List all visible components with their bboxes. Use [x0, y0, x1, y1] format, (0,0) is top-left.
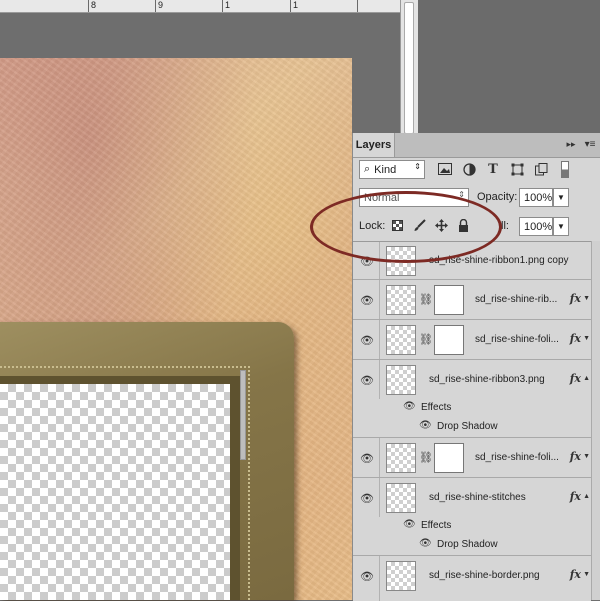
layer-thumbnail — [386, 365, 416, 395]
divider — [379, 478, 380, 517]
layer-row[interactable]: 👁 ⛓ sd_rise-shine-rib... fx ▼ — [353, 280, 591, 320]
transparent-area — [0, 384, 230, 600]
ruler-tick — [222, 0, 223, 12]
layer-thumbnail — [386, 325, 416, 355]
eye-icon[interactable]: 👁 — [419, 538, 432, 549]
updown-arrows-icon: ⇕ — [414, 162, 421, 171]
eye-icon[interactable]: 👁 — [359, 492, 375, 505]
fx-icon[interactable]: fx — [570, 292, 581, 305]
drop-shadow-label: Drop Shadow — [437, 539, 498, 550]
canvas-scrollbar-thumb[interactable] — [404, 2, 414, 134]
ruler-number: 1 — [293, 0, 299, 10]
opacity-dropdown-button[interactable]: ▼ — [553, 188, 569, 207]
drop-shadow-row[interactable]: 👁 Drop Shadow — [353, 417, 591, 436]
layers-list: 👁 sd_rise-shine-ribbon1.png copy 👁 ⛓ sd_… — [353, 241, 591, 601]
image-filter-icon[interactable] — [437, 161, 453, 177]
effects-label: Effects — [421, 402, 452, 413]
highlight-ellipse-annotation — [310, 191, 502, 263]
fx-icon[interactable]: fx — [570, 490, 581, 503]
layer-mask-thumbnail[interactable] — [434, 285, 464, 315]
chevron-down-icon: ▼ — [557, 222, 565, 231]
ruler-number: 1 — [225, 0, 231, 10]
opacity-label: Opacity: — [477, 191, 518, 203]
fill-dropdown-button[interactable]: ▼ — [553, 217, 569, 236]
fx-icon[interactable]: fx — [570, 332, 581, 345]
layer-row[interactable]: 👁 sd_rise-shine-border.png fx ▼ — [353, 556, 591, 601]
layers-scrollbar-thumb[interactable] — [240, 370, 246, 460]
chevron-down-icon[interactable]: ▼ — [583, 335, 590, 342]
eye-icon[interactable]: 👁 — [359, 452, 375, 465]
layer-thumbnail — [386, 443, 416, 473]
layer-row[interactable]: 👁 ⛓ sd_rise-shine-foli... fx ▼ — [353, 320, 591, 360]
ruler-tick — [155, 0, 156, 12]
panel-tab-bar: Layers ▸▸ ▾≡ — [353, 133, 600, 158]
divider — [379, 320, 380, 359]
layer-thumbnail — [386, 483, 416, 513]
layer-name[interactable]: sd_rise-shine-rib... — [475, 294, 557, 305]
eye-icon[interactable]: 👁 — [403, 401, 416, 412]
type-filter-icon[interactable]: T — [485, 161, 501, 177]
divider — [379, 438, 380, 477]
layer-mask-thumbnail[interactable] — [434, 325, 464, 355]
fill-label: ll: — [501, 220, 509, 232]
divider — [379, 280, 380, 319]
chevron-down-icon[interactable]: ▼ — [583, 571, 590, 578]
divider — [379, 360, 380, 399]
chevron-down-icon[interactable]: ▼ — [583, 295, 590, 302]
effects-row[interactable]: 👁 Effects — [353, 398, 591, 417]
eye-icon[interactable]: 👁 — [403, 519, 416, 530]
chain-link-icon[interactable]: ⛓ — [419, 293, 433, 306]
eye-icon[interactable]: 👁 — [359, 570, 375, 583]
layer-name[interactable]: sd_rise-shine-border.png — [429, 570, 540, 581]
ruler-tick — [357, 0, 358, 12]
chain-link-icon[interactable]: ⛓ — [419, 451, 433, 464]
eye-icon[interactable]: 👁 — [359, 294, 375, 307]
layer-thumbnail — [386, 561, 416, 591]
fx-icon[interactable]: fx — [570, 450, 581, 463]
chevron-down-icon: ▼ — [557, 193, 565, 202]
chevron-up-icon[interactable]: ▲ — [583, 493, 590, 500]
drop-shadow-row[interactable]: 👁 Drop Shadow — [353, 535, 591, 554]
search-icon: ⌕ — [364, 163, 371, 175]
layer-thumbnail — [386, 285, 416, 315]
effects-row[interactable]: 👁 Effects — [353, 516, 591, 535]
layer-name[interactable]: sd_rise-shine-foli... — [475, 452, 559, 463]
filter-toggle-switch[interactable] — [561, 161, 569, 178]
layer-row[interactable]: 👁 ⛓ sd_rise-shine-foli... fx ▼ — [353, 438, 591, 478]
filter-kind-select[interactable]: ⌕ Kind ⇕ — [359, 160, 425, 179]
layer-row[interactable]: 👁 sd_rise-shine-stitches fx ▲ 👁 Effects … — [353, 478, 591, 556]
chevron-up-icon[interactable]: ▲ — [583, 375, 590, 382]
ruler-number: 9 — [158, 0, 164, 10]
ruler-number: 8 — [91, 0, 97, 10]
layers-scrollbar[interactable] — [591, 241, 600, 600]
drop-shadow-label: Drop Shadow — [437, 421, 498, 432]
layer-mask-thumbnail[interactable] — [434, 443, 464, 473]
layer-row[interactable]: 👁 sd_rise-shine-ribbon3.png fx ▲ 👁 Effec… — [353, 360, 591, 438]
layer-name[interactable]: sd_rise-shine-ribbon3.png — [429, 374, 545, 385]
adjustment-filter-icon[interactable] — [461, 161, 477, 177]
ruler-tick — [290, 0, 291, 12]
eye-icon[interactable]: 👁 — [359, 374, 375, 387]
horizontal-ruler: 8 9 1 1 — [0, 0, 400, 13]
smart-object-filter-icon[interactable] — [533, 161, 549, 177]
ruler-tick — [88, 0, 89, 12]
divider — [379, 556, 380, 601]
chain-link-icon[interactable]: ⛓ — [419, 333, 433, 346]
collapse-panel-button[interactable]: ▸▸ — [564, 137, 578, 151]
workspace-gap — [418, 0, 600, 133]
fill-field[interactable]: 100% — [519, 217, 553, 236]
panel-menu-button[interactable]: ▾≡ — [583, 137, 597, 151]
layer-name[interactable]: sd_rise-shine-foli... — [475, 334, 559, 345]
fx-icon[interactable]: fx — [570, 568, 581, 581]
layer-name[interactable]: sd_rise-shine-stitches — [429, 492, 526, 503]
fx-icon[interactable]: fx — [570, 372, 581, 385]
shape-filter-icon[interactable] — [509, 161, 525, 177]
filter-kind-label: Kind — [374, 163, 397, 176]
effects-label: Effects — [421, 520, 452, 531]
tab-layers[interactable]: Layers — [353, 133, 395, 157]
opacity-field[interactable]: 100% — [519, 188, 553, 207]
eye-icon[interactable]: 👁 — [419, 420, 432, 431]
chevron-down-icon[interactable]: ▼ — [583, 453, 590, 460]
eye-icon[interactable]: 👁 — [359, 334, 375, 347]
